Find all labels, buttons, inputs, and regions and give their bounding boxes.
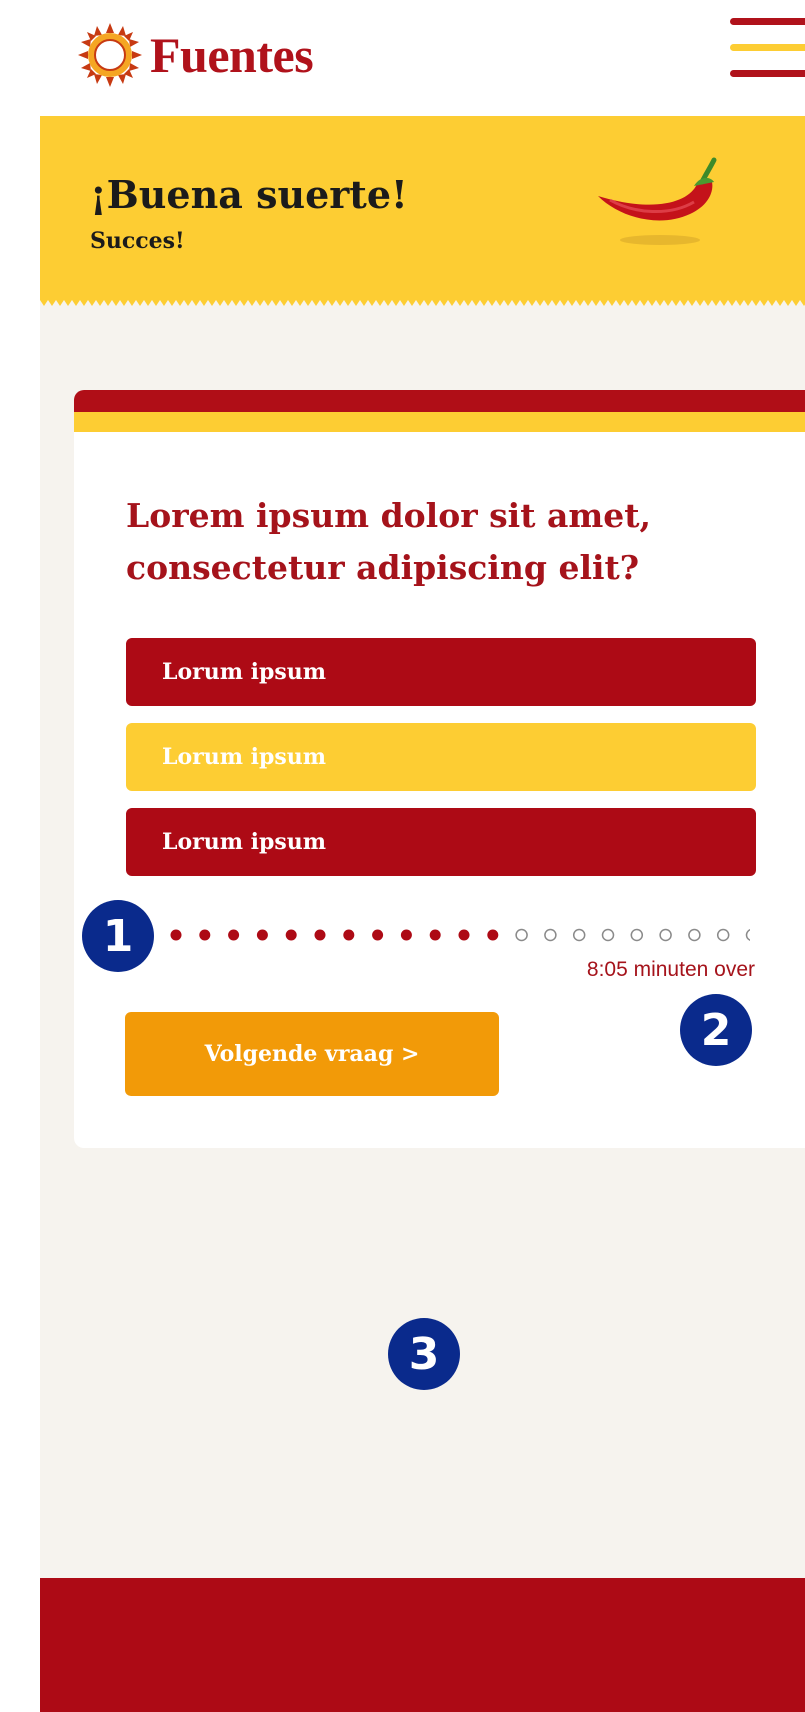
next-question-button[interactable]: Volgende vraag > xyxy=(125,1012,499,1096)
progress-dot-answered xyxy=(228,929,240,941)
progress-dot-answered xyxy=(458,929,470,941)
progress-dot-answered xyxy=(487,929,499,941)
progress-dot-remaining xyxy=(515,928,528,942)
time-remaining: 8:05 minuten over xyxy=(586,958,755,981)
progress-dot-remaining xyxy=(572,928,586,942)
logo-text: Fuentes xyxy=(150,27,314,83)
progress-dot-answered xyxy=(199,929,211,941)
hero-banner: ¡Buena suerte! Succes! xyxy=(40,116,805,306)
progress-dot-answered xyxy=(285,929,297,941)
card-stripe-yellow xyxy=(74,412,805,432)
progress-dot-answered xyxy=(429,929,441,941)
site-footer xyxy=(40,1578,805,1712)
answer-option-2[interactable]: Lorum ipsum xyxy=(126,723,756,791)
progress-dot-remaining xyxy=(544,928,557,942)
banner-subtitle: Succes! xyxy=(90,228,185,254)
progress-dot-remaining xyxy=(601,928,615,942)
annotation-badge-3: 3 xyxy=(388,1318,460,1390)
progress-dot-answered xyxy=(256,929,268,941)
annotation-badge-1: 1 xyxy=(82,900,154,972)
annotation-badge-2: 2 xyxy=(680,994,752,1066)
quiz-question: Lorem ipsum dolor sit amet, consectetur … xyxy=(126,496,651,587)
chili-pepper-image xyxy=(598,157,717,245)
progress-dot-answered xyxy=(400,929,412,941)
progress-dot-answered xyxy=(343,929,355,941)
progress-dot-answered xyxy=(314,929,326,941)
card-stripe-red xyxy=(74,390,805,412)
progress-dot-remaining xyxy=(745,929,750,941)
banner-zigzag-edge xyxy=(40,300,805,310)
answer-option-1[interactable]: Lorum ipsum xyxy=(126,638,756,706)
banner-title: ¡Buena suerte! xyxy=(90,172,408,217)
sun-icon xyxy=(78,23,142,87)
logo[interactable]: Fuentes xyxy=(78,20,314,90)
progress-dot-remaining xyxy=(659,928,672,942)
progress-dot-remaining xyxy=(716,928,730,942)
answer-option-3[interactable]: Lorum ipsum xyxy=(126,808,756,876)
progress-dots xyxy=(170,928,750,942)
progress-dot-answered xyxy=(372,929,384,941)
progress-dot-answered xyxy=(170,929,182,941)
hamburger-menu-icon[interactable] xyxy=(730,18,805,80)
site-header: Fuentes xyxy=(0,0,805,116)
progress-dot-remaining xyxy=(688,928,701,942)
progress-dot-remaining xyxy=(630,928,644,942)
